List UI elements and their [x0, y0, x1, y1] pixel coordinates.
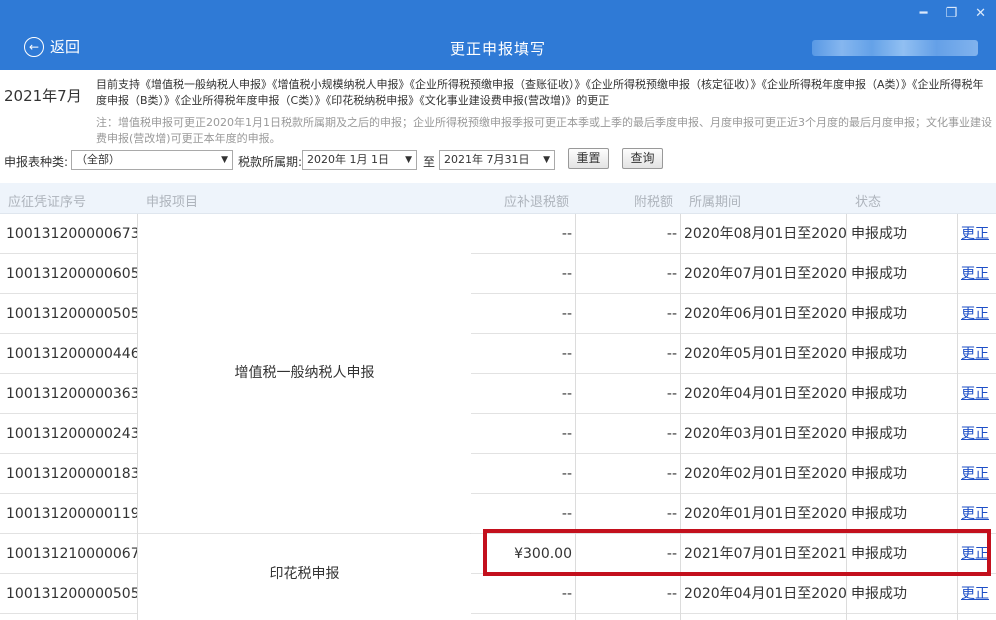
correct-link[interactable]: 更正 [958, 294, 996, 334]
correct-link[interactable]: 更正 [958, 494, 996, 534]
reset-button[interactable]: 重置 [568, 148, 609, 169]
col-header-period: 所属期间 [689, 195, 742, 210]
tax-period-label: 税款所属期: [238, 155, 303, 169]
cell-voucher-id: 100131200000605... [6, 266, 137, 282]
chevron-down-icon: ▼ [405, 155, 412, 165]
col-header-item: 申报项目 [146, 195, 199, 210]
cell-status: 申报成功 [851, 266, 907, 282]
merged-item-cell: 印花税申报 [138, 534, 471, 620]
restore-icon[interactable]: ❐ [945, 6, 957, 22]
correct-link[interactable]: 更正 [958, 374, 996, 414]
correct-link[interactable]: 更正 [958, 334, 996, 374]
minimize-icon[interactable]: ━ [920, 6, 928, 22]
correct-link[interactable]: 更正 [958, 574, 996, 614]
app-header: ━ ❐ ✕ ← 返回 更正申报填写 [0, 0, 996, 70]
cell-period: 2020年06月01日至2020... [684, 306, 846, 322]
cell-surcharge: -- [666, 346, 677, 362]
highlight-box [483, 529, 991, 576]
cell-status: 申报成功 [851, 466, 907, 482]
cell-voucher-id: 100131200000673... [6, 226, 137, 242]
close-icon[interactable]: ✕ [975, 6, 986, 22]
note-text: 注：增值税申报可更正2020年1月1日税款所属期及之后的申报；企业所得税预缴申报… [96, 116, 992, 145]
window-controls: ━ ❐ ✕ [920, 6, 986, 22]
cell-tax-amount: -- [561, 506, 572, 522]
cell-tax-amount: -- [561, 306, 572, 322]
cell-tax-amount: -- [561, 586, 572, 602]
cell-status: 申报成功 [851, 306, 907, 322]
correct-link[interactable]: 更正 [958, 414, 996, 454]
cell-status: 申报成功 [851, 506, 907, 522]
form-type-select[interactable]: （全部） ▼ [71, 150, 233, 170]
form-type-value: （全部） [76, 153, 120, 166]
cell-status: 申报成功 [851, 426, 907, 442]
cell-surcharge: -- [666, 426, 677, 442]
info-panel: 2021年7月 目前支持《增值税一般纳税人申报》《增值税小规模纳税人申报》《企业… [0, 70, 996, 148]
cell-voucher-id: 100131200000446... [6, 346, 137, 362]
cell-period: 2020年04月01日至2020... [684, 586, 846, 602]
filter-bar: 申报表种类: （全部） ▼ 税款所属期: 2020年 1月 1日 ▼ 至 202… [0, 148, 996, 174]
cell-voucher-id: 100131200000505... [6, 306, 137, 322]
cell-voucher-id: 100131200000505... [6, 586, 137, 602]
col-header-status: 状态 [855, 195, 882, 210]
cell-voucher-id: 100131200000243... [6, 426, 137, 442]
cell-voucher-id: 100131200000119... [6, 506, 137, 522]
cell-period: 2020年03月01日至2020... [684, 426, 846, 442]
chevron-down-icon: ▼ [543, 155, 550, 165]
cell-tax-amount: -- [561, 266, 572, 282]
cell-status: 申报成功 [851, 226, 907, 242]
cell-surcharge: -- [666, 506, 677, 522]
col-header-extra: 附税额 [634, 195, 674, 210]
cell-status: 申报成功 [851, 386, 907, 402]
cell-surcharge: -- [666, 386, 677, 402]
to-label: 至 [423, 155, 436, 169]
cell-period: 2020年08月01日至2020... [684, 226, 846, 242]
current-period: 2021年7月 [4, 87, 82, 105]
cell-surcharge: -- [666, 306, 677, 322]
end-date-picker[interactable]: 2021年 7月31日 ▼ [439, 150, 555, 170]
start-date-value: 2020年 1月 1日 [307, 153, 389, 166]
correct-link[interactable]: 更正 [958, 454, 996, 494]
cell-period: 2020年04月01日至2020... [684, 386, 846, 402]
table-header: 应征凭证序号 申报项目 应补退税额 附税额 所属期间 状态 [0, 183, 996, 214]
cell-tax-amount: -- [561, 346, 572, 362]
cell-surcharge: -- [666, 586, 677, 602]
cell-voucher-id: 100131200000183... [6, 466, 137, 482]
cell-surcharge: -- [666, 466, 677, 482]
cell-tax-amount: -- [561, 466, 572, 482]
correct-link[interactable]: 更正 [958, 254, 996, 294]
cell-tax-amount: -- [561, 226, 572, 242]
merged-item-cell: 增值税一般纳税人申报 [138, 214, 471, 533]
query-button[interactable]: 查询 [622, 148, 663, 169]
cell-period: 2020年02月01日至2020... [684, 466, 846, 482]
correct-link[interactable]: 更正 [958, 214, 996, 254]
cell-surcharge: -- [666, 266, 677, 282]
form-type-label: 申报表种类: [4, 155, 69, 169]
cell-voucher-id: 100131200000363... [6, 386, 137, 402]
end-date-value: 2021年 7月31日 [444, 153, 530, 166]
cell-tax-amount: -- [561, 426, 572, 442]
chevron-down-icon: ▼ [221, 155, 228, 165]
col-header-tax: 应补退税额 [504, 195, 570, 210]
supported-forms-text: 目前支持《增值税一般纳税人申报》《增值税小规模纳税人申报》《企业所得税预缴申报（… [96, 78, 984, 107]
cell-period: 2020年05月01日至2020... [684, 346, 846, 362]
user-name-blurred [812, 40, 978, 56]
cell-voucher-id: 100131210000067... [6, 546, 137, 562]
cell-status: 申报成功 [851, 586, 907, 602]
start-date-picker[interactable]: 2020年 1月 1日 ▼ [302, 150, 417, 170]
cell-period: 2020年07月01日至2020... [684, 266, 846, 282]
cell-surcharge: -- [666, 226, 677, 242]
cell-status: 申报成功 [851, 346, 907, 362]
cell-tax-amount: -- [561, 386, 572, 402]
cell-period: 2020年01月01日至2020... [684, 506, 846, 522]
col-header-id: 应征凭证序号 [8, 195, 87, 210]
